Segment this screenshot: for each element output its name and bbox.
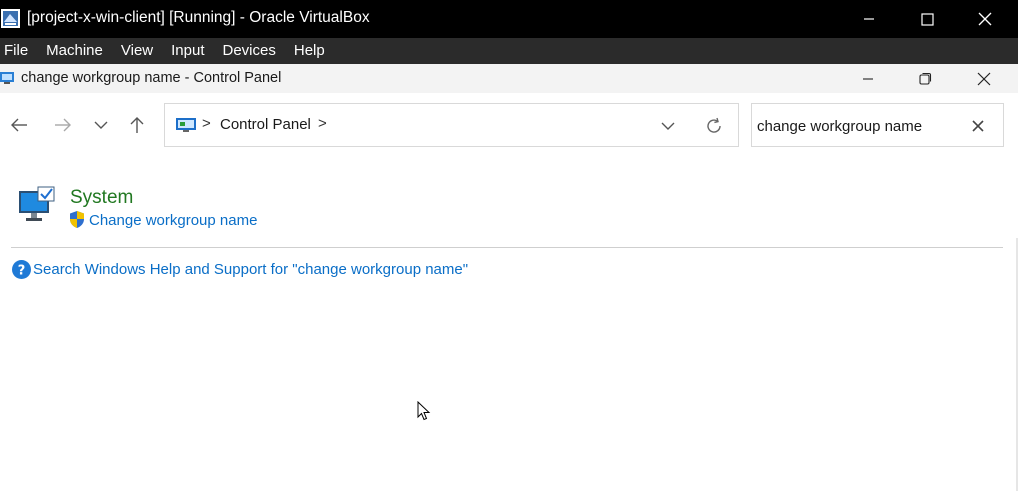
host-maximize-button[interactable] bbox=[898, 0, 956, 38]
guest-window-title: change workgroup name - Control Panel bbox=[21, 70, 282, 86]
refresh-button[interactable] bbox=[700, 113, 728, 139]
breadcrumb-separator[interactable]: > bbox=[318, 115, 327, 132]
chevron-down-icon bbox=[94, 121, 108, 129]
result-heading-system[interactable]: System bbox=[70, 187, 133, 209]
menu-machine[interactable]: Machine bbox=[42, 38, 109, 64]
breadcrumb-control-panel[interactable]: Control Panel bbox=[220, 116, 311, 133]
minimize-icon bbox=[863, 77, 873, 80]
back-button[interactable] bbox=[4, 111, 34, 139]
search-box[interactable] bbox=[751, 103, 1004, 147]
menu-devices[interactable]: Devices bbox=[219, 38, 282, 64]
menu-input[interactable]: Input bbox=[167, 38, 210, 64]
menu-view[interactable]: View bbox=[117, 38, 159, 64]
arrow-right-icon bbox=[55, 118, 71, 132]
arrow-up-icon bbox=[130, 117, 144, 133]
guest-minimize-button[interactable] bbox=[839, 64, 897, 93]
menu-help[interactable]: Help bbox=[290, 38, 331, 64]
system-monitor-icon bbox=[19, 186, 55, 221]
mouse-cursor-icon bbox=[417, 401, 431, 421]
guest-close-button[interactable] bbox=[955, 64, 1013, 93]
control-panel-icon bbox=[176, 118, 196, 132]
navigation-toolbar: > Control Panel > bbox=[0, 93, 1018, 157]
results-divider bbox=[11, 247, 1003, 248]
restore-icon bbox=[918, 72, 931, 85]
close-icon bbox=[977, 72, 991, 85]
svg-text:?: ? bbox=[18, 264, 26, 279]
minimize-icon bbox=[864, 18, 874, 20]
help-question-icon: ? bbox=[12, 260, 31, 279]
menu-file[interactable]: File bbox=[0, 38, 34, 64]
uac-shield-icon bbox=[70, 211, 84, 228]
chevron-down-icon bbox=[661, 122, 675, 130]
arrow-left-icon bbox=[11, 118, 27, 132]
host-window-title: [project-x-win-client] [Running] - Oracl… bbox=[27, 9, 370, 26]
maximize-icon bbox=[920, 12, 934, 26]
host-close-button[interactable] bbox=[956, 0, 1014, 38]
address-history-dropdown[interactable] bbox=[653, 114, 683, 138]
clear-search-button[interactable] bbox=[966, 115, 990, 137]
control-panel-icon bbox=[0, 72, 14, 84]
forward-button[interactable] bbox=[48, 111, 78, 139]
search-input[interactable] bbox=[757, 115, 957, 137]
address-bar[interactable]: > Control Panel > bbox=[164, 103, 739, 147]
virtualbox-icon bbox=[1, 9, 20, 28]
recent-locations-button[interactable] bbox=[86, 111, 116, 139]
up-button[interactable] bbox=[122, 111, 152, 139]
host-titlebar: [project-x-win-client] [Running] - Oracl… bbox=[0, 0, 1018, 38]
refresh-icon bbox=[707, 117, 721, 133]
breadcrumb-separator: > bbox=[202, 115, 211, 132]
search-windows-help-link[interactable]: Search Windows Help and Support for "cha… bbox=[33, 261, 468, 278]
host-minimize-button[interactable] bbox=[840, 0, 898, 38]
host-menubar: File Machine View Input Devices Help bbox=[0, 38, 1018, 64]
close-icon bbox=[972, 120, 984, 132]
close-icon bbox=[978, 12, 992, 26]
guest-titlebar: change workgroup name - Control Panel bbox=[0, 64, 1018, 93]
change-workgroup-name-link[interactable]: Change workgroup name bbox=[89, 212, 257, 229]
guest-restore-button[interactable] bbox=[896, 64, 954, 93]
